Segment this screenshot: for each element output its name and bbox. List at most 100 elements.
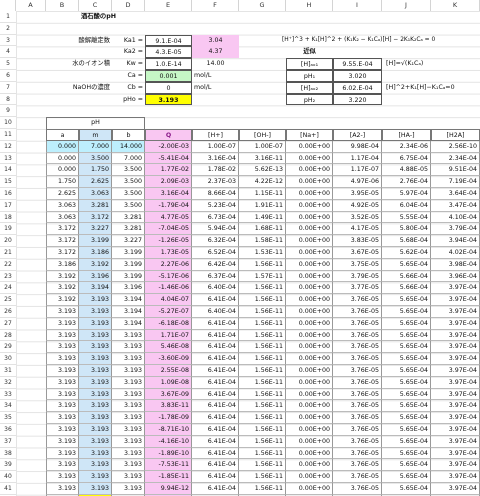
ka2-name[interactable]: Ka2 = — [112, 46, 145, 58]
table-cell[interactable]: 1.56E-11 — [239, 294, 286, 306]
table-cell[interactable]: 6.04E-04 — [382, 199, 431, 212]
table-cell[interactable]: 0.000 — [46, 164, 79, 177]
table-cell[interactable]: 2.76E-04 — [382, 176, 431, 188]
table-cell[interactable]: 0.00E+00 — [286, 447, 333, 460]
table-cell[interactable]: 3.500 — [112, 199, 145, 212]
table-cell[interactable]: 0.00E+00 — [286, 365, 333, 377]
table-cell[interactable]: 6.41E-04 — [192, 424, 239, 436]
table-cell[interactable]: 2.625 — [79, 176, 112, 188]
h-ao1-value[interactable]: 9.55.E-04 — [333, 58, 382, 70]
table-cell[interactable]: -8.71E-10 — [145, 424, 192, 436]
table-cell[interactable]: 6.41E-04 — [192, 317, 239, 330]
row-header-10[interactable]: 10 — [0, 117, 16, 129]
table-cell[interactable]: 0.00E+00 — [286, 341, 333, 354]
table-cell[interactable]: 3.192 — [46, 270, 79, 283]
table-cell[interactable]: 3.67E-09 — [145, 388, 192, 401]
row-header-18[interactable]: 18 — [0, 212, 16, 224]
table-cell[interactable]: 4.02E-04 — [431, 247, 480, 259]
ka1-name[interactable]: Ka1 = — [112, 35, 145, 47]
table-cell[interactable]: 0.00E+00 — [286, 152, 333, 165]
table-cell[interactable]: 1.57E-11 — [239, 270, 286, 283]
table-cell[interactable]: 3.193 — [46, 388, 79, 401]
ph1-label[interactable]: pH₁ — [286, 70, 333, 82]
ph1-value[interactable]: 3.020 — [333, 70, 382, 82]
table-cell[interactable]: 3.192 — [46, 282, 79, 295]
table-cell[interactable]: 1.78E-02 — [192, 164, 239, 177]
table-cell[interactable]: 1.56E-11 — [239, 424, 286, 436]
table-cell[interactable]: 0.00E+00 — [286, 376, 333, 389]
table-cell[interactable]: 6.41E-04 — [192, 341, 239, 354]
table-cell[interactable]: 3.193 — [46, 400, 79, 413]
table-cell[interactable]: 3.97E-04 — [431, 412, 480, 424]
table-cell[interactable]: 3.063 — [46, 199, 79, 212]
table-cell[interactable]: 3.196 — [112, 282, 145, 295]
table-cell[interactable]: 0.00E+00 — [286, 483, 333, 495]
select-all-corner[interactable] — [0, 0, 16, 11]
row-header-29[interactable]: 29 — [0, 341, 16, 354]
table-cell[interactable]: 0.00E+00 — [286, 188, 333, 200]
table-cell[interactable]: 5.65E-04 — [382, 258, 431, 271]
naoh-label[interactable]: NaOHの濃度 — [46, 82, 112, 94]
table-cell[interactable]: 1.56E-11 — [239, 412, 286, 424]
table-cell[interactable]: -1.89E-10 — [145, 447, 192, 460]
table-cell[interactable]: 6.40E-04 — [192, 306, 239, 318]
table-cell[interactable]: 0.00E+00 — [286, 164, 333, 177]
table-cell[interactable]: 3.194 — [112, 317, 145, 330]
row-header-20[interactable]: 20 — [0, 235, 16, 247]
table-cell[interactable]: 3.193 — [112, 447, 145, 460]
table-cell[interactable]: 3.193 — [112, 471, 145, 483]
table-cell[interactable]: 3.281 — [112, 211, 145, 224]
row-header-23[interactable]: 23 — [0, 271, 16, 283]
table-cell[interactable]: 14.000 — [112, 140, 145, 153]
table-cell[interactable]: 3.500 — [79, 152, 112, 165]
column-header-k[interactable]: K — [431, 0, 480, 11]
table-cell[interactable]: 5.65E-04 — [382, 294, 431, 306]
row-header-40[interactable]: 40 — [0, 471, 16, 483]
row-header-4[interactable]: 4 — [0, 46, 16, 59]
table-cell[interactable]: 3.193 — [79, 400, 112, 413]
table-cell[interactable]: 0.00E+00 — [286, 471, 333, 483]
table-cell[interactable]: 3.186 — [46, 258, 79, 271]
table-cell[interactable]: 3.199 — [79, 235, 112, 247]
table-cell[interactable]: 3.97E-04 — [431, 483, 480, 495]
table-cell[interactable]: 0.00E+00 — [286, 176, 333, 188]
table-cell[interactable]: 3.193 — [79, 483, 112, 495]
table-cell[interactable]: 0.00E+00 — [286, 140, 333, 153]
table-cell[interactable]: 3.192 — [79, 258, 112, 271]
table-cell[interactable]: 3.76E-05 — [333, 306, 382, 318]
table-cell[interactable]: 5.23E-04 — [192, 199, 239, 212]
pka1-value[interactable]: 3.04 — [192, 34, 239, 47]
table-cell[interactable]: 3.76E-05 — [333, 388, 382, 401]
table-cell[interactable]: 3.79E-05 — [333, 270, 382, 283]
header-b[interactable]: b — [112, 129, 145, 141]
header-na-plus[interactable]: [Na+] — [286, 129, 333, 141]
row-header-27[interactable]: 27 — [0, 318, 16, 330]
table-cell[interactable]: -4.16E-10 — [145, 435, 192, 448]
h-ao1-formula[interactable]: [H]=√(K₁Cₐ) — [384, 58, 480, 70]
table-cell[interactable]: 3.97E-04 — [431, 294, 480, 306]
table-cell[interactable]: 3.193 — [46, 435, 79, 448]
table-cell[interactable]: 3.16E-11 — [239, 152, 286, 165]
table-cell[interactable]: 5.65E-04 — [382, 376, 431, 389]
table-cell[interactable]: 1.77E-02 — [145, 164, 192, 177]
table-cell[interactable]: 1.56E-11 — [239, 376, 286, 389]
table-cell[interactable]: 3.193 — [46, 471, 79, 483]
table-cell[interactable]: -1.79E-04 — [145, 199, 192, 212]
table-cell[interactable]: 3.193 — [112, 459, 145, 472]
table-cell[interactable]: 3.193 — [79, 435, 112, 448]
table-cell[interactable]: 5.65E-04 — [382, 353, 431, 365]
table-cell[interactable]: 1.56E-11 — [239, 258, 286, 271]
table-cell[interactable]: -2.00E-03 — [145, 140, 192, 153]
table-cell[interactable]: 3.47E-04 — [431, 199, 480, 212]
table-cell[interactable]: 1.71E-07 — [145, 329, 192, 342]
table-cell[interactable]: 5.46E-08 — [145, 341, 192, 354]
table-cell[interactable]: 3.193 — [79, 412, 112, 424]
table-cell[interactable]: 6.41E-04 — [192, 459, 239, 472]
kw-value[interactable]: 1.0.E-14 — [145, 58, 192, 70]
table-cell[interactable]: 3.193 — [79, 447, 112, 460]
table-cell[interactable]: 0.00E+00 — [286, 424, 333, 436]
table-cell[interactable]: 1.56E-11 — [239, 282, 286, 295]
row-header-39[interactable]: 39 — [0, 459, 16, 472]
table-cell[interactable]: 5.65E-04 — [382, 329, 431, 342]
table-cell[interactable]: 3.194 — [112, 306, 145, 318]
